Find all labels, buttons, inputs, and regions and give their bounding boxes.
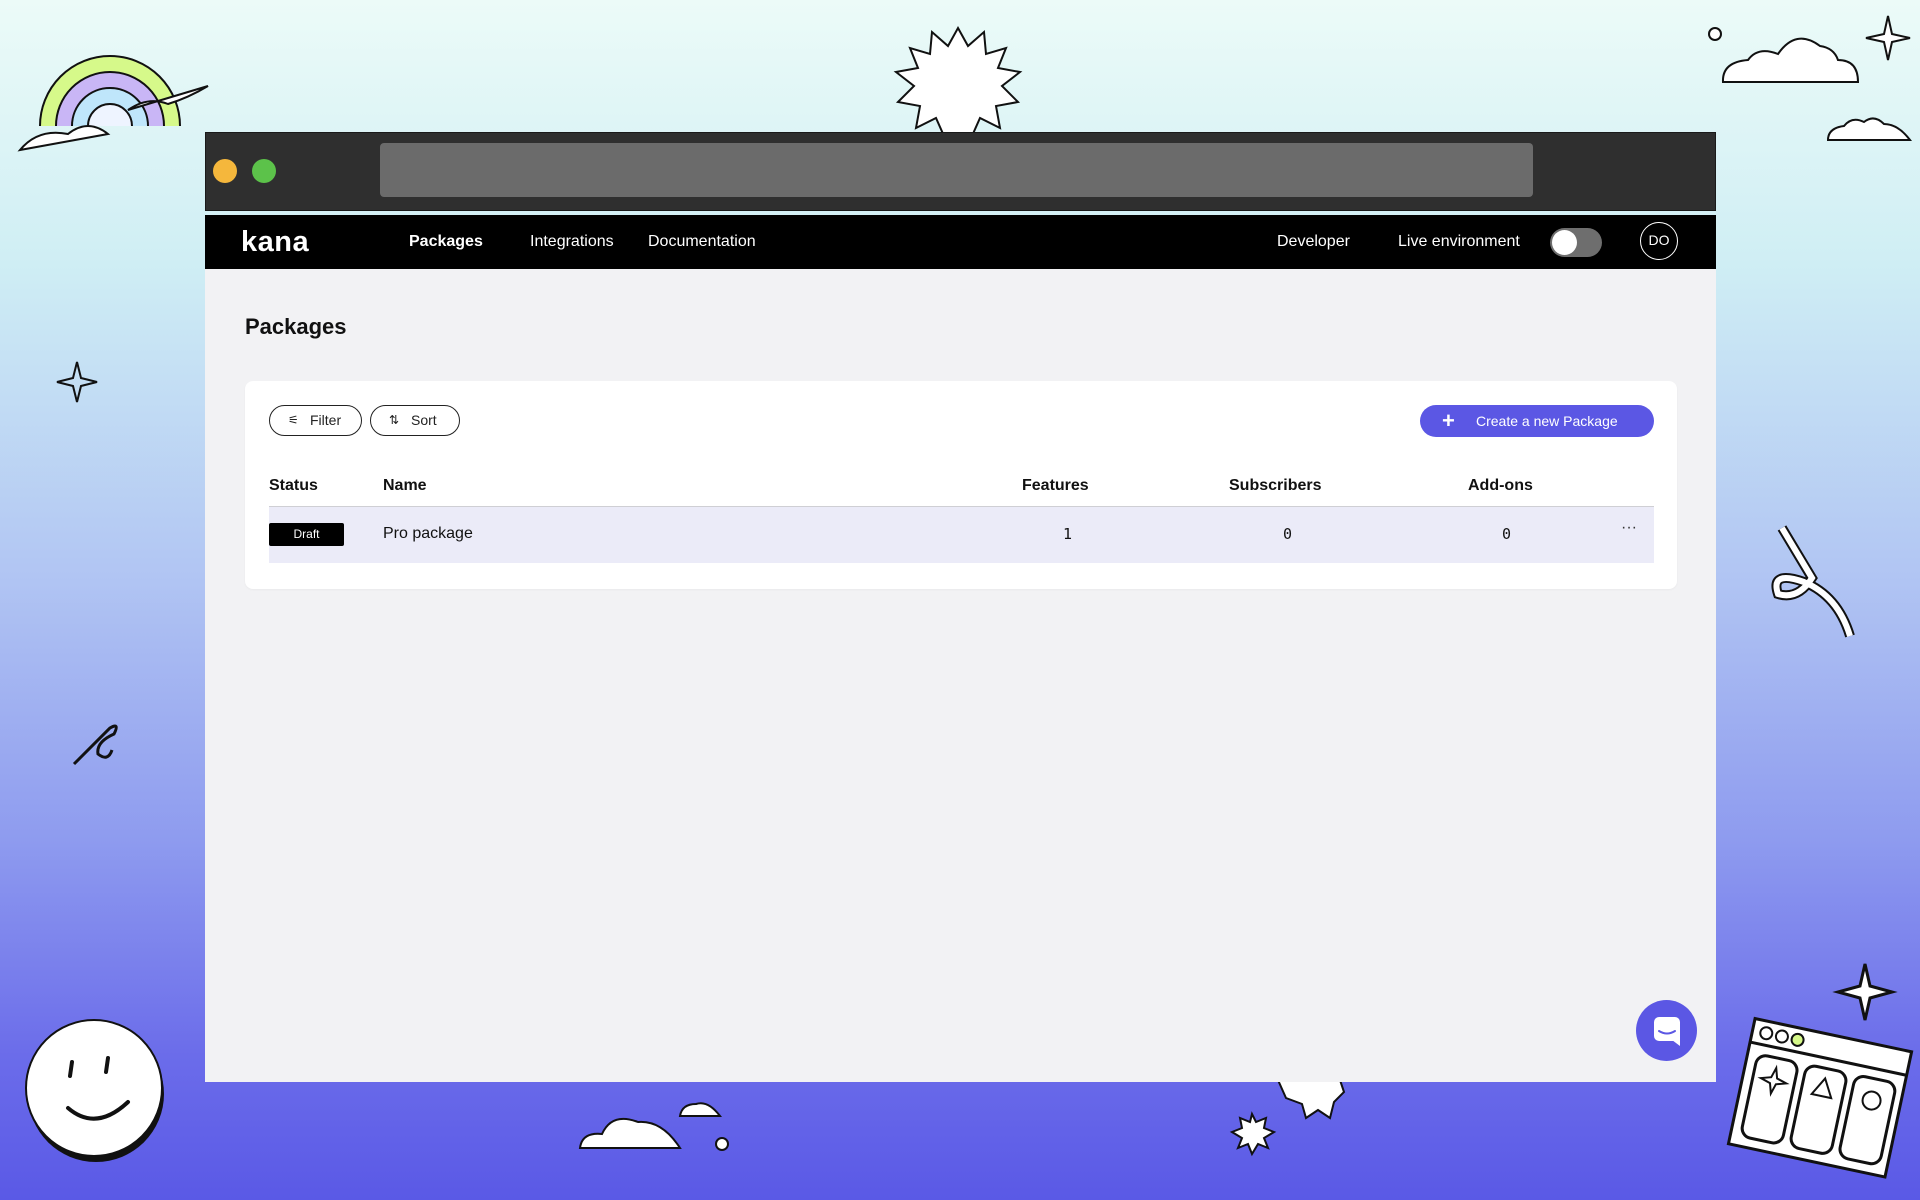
browser-window: kana Packages Integrations Documentation… [205, 132, 1716, 1082]
developer-link[interactable]: Developer [1277, 233, 1350, 251]
bottom-clouds-decoration [578, 1096, 738, 1152]
starburst-decoration [888, 25, 1028, 137]
header-subscribers: Subscribers [1229, 477, 1322, 494]
maximize-button[interactable] [252, 159, 276, 183]
loop-decoration [1768, 524, 1874, 640]
create-package-label: Create a new Package [1476, 413, 1618, 429]
create-package-button[interactable]: + Create a new Package [1420, 405, 1654, 437]
addons-count: 0 [1502, 525, 1512, 543]
header-name: Name [383, 477, 427, 494]
live-environment-toggle[interactable] [1550, 228, 1602, 257]
chat-icon [1654, 1017, 1680, 1046]
live-environment-label: Live environment [1398, 233, 1520, 250]
sort-icon: ⇅ [389, 413, 400, 427]
nav-packages[interactable]: Packages [409, 233, 483, 251]
rainbow-cloud-decoration [17, 38, 213, 158]
nav-integrations[interactable]: Integrations [530, 233, 614, 251]
header-features: Features [1022, 477, 1089, 494]
filter-button[interactable]: ⚟ Filter [269, 405, 362, 436]
squiggle-decoration [70, 718, 122, 770]
status-badge: Draft [269, 523, 344, 546]
header-status: Status [269, 477, 318, 494]
more-icon[interactable]: ··· [1621, 519, 1637, 537]
page-title: Packages [245, 314, 347, 339]
bottom-starburst-decoration [1229, 1079, 1350, 1158]
user-avatar[interactable]: DO [1640, 222, 1678, 260]
filter-label: Filter [310, 412, 342, 428]
minimize-button[interactable] [213, 159, 237, 183]
packages-card: ⚟ Filter ⇅ Sort + Create a new Package S… [245, 381, 1677, 589]
sparkle-bottom-decoration [1832, 962, 1898, 1022]
smiley-face-decoration [24, 1016, 168, 1164]
sort-button[interactable]: ⇅ Sort [370, 405, 460, 436]
sparkle-decoration [55, 360, 99, 404]
features-count: 1 [1063, 525, 1073, 543]
filter-icon: ⚟ [288, 413, 299, 427]
subscribers-count: 0 [1283, 525, 1293, 543]
chat-launcher-button[interactable] [1636, 1000, 1697, 1061]
table-row[interactable]: Draft Pro package 1 0 0 ··· [269, 507, 1654, 563]
main-content: Packages ⚟ Filter ⇅ Sort + Create a new … [205, 269, 1716, 1082]
top-navbar: kana Packages Integrations Documentation… [205, 215, 1716, 269]
package-name: Pro package [383, 525, 473, 542]
browser-titlebar [205, 132, 1716, 211]
plus-icon: + [1442, 408, 1455, 433]
header-addons: Add-ons [1468, 477, 1533, 494]
toggle-knob [1552, 230, 1577, 255]
sort-label: Sort [411, 412, 437, 428]
kana-logo[interactable]: kana [241, 228, 309, 257]
nav-documentation[interactable]: Documentation [648, 233, 756, 251]
address-bar[interactable] [380, 143, 1533, 197]
mini-window-decoration [1726, 1016, 1916, 1179]
clouds-decoration [1708, 10, 1920, 150]
